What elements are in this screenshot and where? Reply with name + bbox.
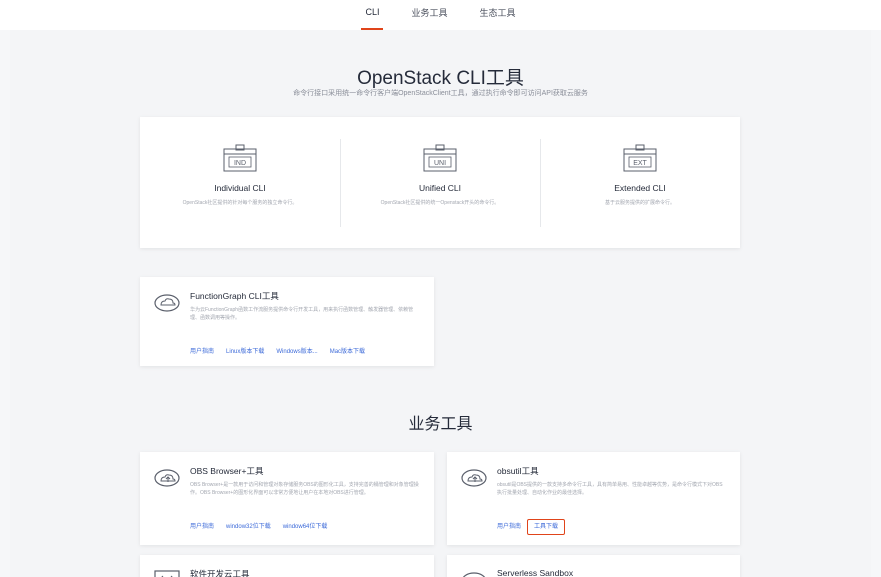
section-title-business-tools: 业务工具 [408, 416, 473, 433]
top-nav: CLI 业务工具 生态工具 [0, 0, 881, 30]
cli-individual[interactable]: IND Individual CLI OpenStack社区提供的针对每个服务的… [140, 117, 340, 248]
cloud-upload-icon [461, 468, 487, 488]
toolbox-icon: IND [223, 144, 257, 172]
cli-name: Extended CLI [614, 183, 666, 193]
cli-name: Individual CLI [214, 183, 266, 193]
tool-desc: 华为云FunctionGraph函数工作流服务提供命令行开发工具，用来执行函数管… [190, 307, 414, 321]
win32-download-link[interactable]: window32位下载 [226, 522, 271, 532]
tool-download-button[interactable]: 工具下载 [527, 519, 566, 535]
cli-name: Unified CLI [418, 183, 462, 193]
cli-desc: OpenStack社区提供的统一Openstack开头的命令行。 [380, 200, 500, 206]
cli-unified[interactable]: UNI Unified CLI OpenStack社区提供的统一Openstac… [340, 117, 540, 248]
svg-text:EXT: EXT [633, 160, 647, 167]
linux-download-link[interactable]: Linux版本下载 [226, 347, 264, 357]
tool-title: OBS Browser+工具 [190, 466, 264, 476]
win64-download-link[interactable]: window64位下载 [283, 522, 328, 532]
svg-text:UNI: UNI [434, 160, 446, 167]
page-subtitle: 命令行接口采用统一命令行客户端OpenStackClient工具，通过执行命令即… [293, 90, 588, 97]
cli-extended[interactable]: EXT Extended CLI 基于云服务提供的扩展命令行。 [540, 117, 740, 248]
tool-title: 软件开发云工具 [190, 569, 250, 577]
tool-links: 用户指南 工具下载 [497, 519, 577, 535]
tool-title: FunctionGraph CLI工具 [190, 291, 279, 301]
tab-cli[interactable]: CLI [349, 0, 395, 30]
toolbox-icon: EXT [623, 144, 657, 172]
page-title: OpenStack CLI工具 [357, 68, 524, 89]
cli-desc: OpenStack社区提供的针对每个服务的独立命令行。 [182, 200, 298, 206]
windows-download-link[interactable]: Windows版本... [276, 347, 317, 357]
user-guide-link[interactable]: 用户指南 [497, 519, 521, 535]
devcloud-card: 软件开发云工具 [140, 555, 434, 577]
user-guide-link[interactable]: 用户指南 [190, 522, 214, 532]
tab-business-tools[interactable]: 业务工具 [395, 0, 463, 30]
tab-ecosystem-tools[interactable]: 生态工具 [464, 0, 532, 30]
svg-text:IND: IND [234, 160, 246, 167]
code-icon [154, 569, 180, 577]
cloud-icon [154, 293, 180, 313]
tool-desc: obsutil是OBS提供的一款支持多命令行工具，具有简单易用、性能卓越等优势，… [497, 482, 723, 496]
tool-title: Serverless Sandbox [497, 568, 574, 577]
mac-download-link[interactable]: Mac版本下载 [330, 347, 365, 357]
tool-links: 用户指南 window32位下载 window64位下载 [190, 522, 339, 532]
tool-title: obsutil工具 [497, 466, 539, 476]
tool-links: 用户指南 Linux版本下载 Windows版本... Mac版本下载 [190, 347, 377, 357]
cloud-icon [461, 569, 487, 577]
functiongraph-card: FunctionGraph CLI工具 华为云FunctionGraph函数工作… [140, 277, 434, 366]
cli-desc: 基于云服务提供的扩展命令行。 [604, 200, 675, 206]
obs-browser-card: OBS Browser+工具 OBS Browser+是一款用于访问和管理对象存… [140, 452, 434, 545]
toolbox-icon: UNI [423, 144, 457, 172]
serverless-card: Serverless Sandbox [447, 555, 740, 577]
cli-types-card: IND Individual CLI OpenStack社区提供的针对每个服务的… [140, 117, 740, 248]
obsutil-card: obsutil工具 obsutil是OBS提供的一款支持多命令行工具，具有简单易… [447, 452, 740, 545]
cloud-upload-icon [154, 468, 180, 488]
tool-desc: OBS Browser+是一款用于访问和管理对象存储服务OBS的图形化工具，支持… [190, 482, 419, 496]
user-guide-link[interactable]: 用户指南 [190, 347, 214, 357]
